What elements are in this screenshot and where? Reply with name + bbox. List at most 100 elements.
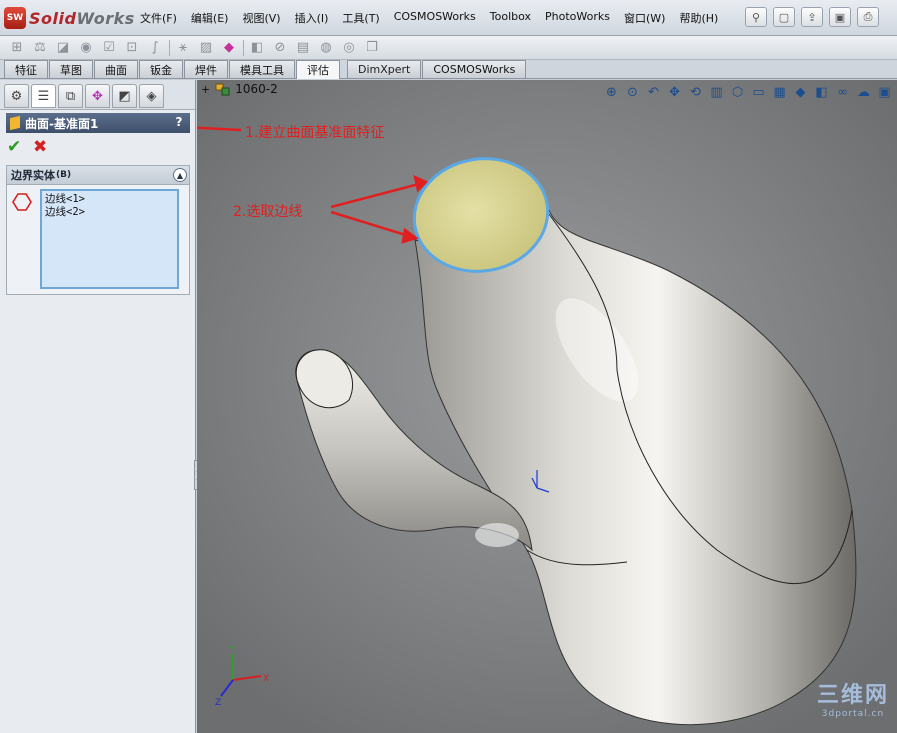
solidworks-logo: SW SolidWorks: [4, 6, 135, 30]
list-item[interactable]: 边线<2>: [45, 206, 174, 219]
hook-model[interactable]: Y X Z: [197, 80, 897, 733]
boundary-selection-list[interactable]: 边线<1> 边线<2>: [40, 189, 179, 289]
zoom-to-fit-icon[interactable]: ⊕: [601, 83, 622, 101]
app-name: SolidWorks: [29, 8, 135, 28]
svg-text:Y: Y: [228, 645, 235, 655]
menu-cosmosworks[interactable]: COSMOSWorks: [394, 10, 476, 26]
group-title: 边界实体: [11, 169, 55, 182]
tab-sheet-metal[interactable]: 钣金: [139, 60, 183, 78]
heads-up-view-toolbar: ⊕ ⊙ ↶ ✥ ⟲ ▥ ⬡ ▭ ▦ ◆ ◧ ∞ ☁ ▣: [601, 83, 895, 101]
group-header: 边界实体 (B): [7, 166, 189, 185]
check-icon[interactable]: ☑: [100, 40, 118, 56]
command-toolbar: ⊞ ⚖ ◪ ◉ ☑ ⊡ ∫ ⚹ ▨ ◆ ◧ ⊘ ▤ ◍ ◎ ❐: [0, 36, 897, 60]
boundary-entities-group: 边界实体 (B) ▲ 边线<1> 边线<2>: [6, 165, 190, 295]
tab-surfaces[interactable]: 曲面: [94, 60, 138, 78]
configuration-manager-tab-icon[interactable]: ⧉: [58, 84, 83, 108]
title-menu-bar: SW SolidWorks 文件(F) 编辑(E) 视图(V) 插入(I) 工具…: [0, 0, 897, 36]
tab-cosmosworks[interactable]: COSMOSWorks: [422, 60, 527, 78]
deviation-analysis-icon[interactable]: ∫: [146, 40, 164, 56]
group-shortcut: (B): [56, 170, 72, 180]
boundary-selection-icon: [12, 193, 32, 211]
watermark-url: 3dportal.cn: [821, 709, 885, 719]
menu-edit[interactable]: 编辑(E): [191, 10, 229, 26]
pin-icon[interactable]: ⚲: [745, 7, 767, 27]
watermark: 三维网 3dportal.cn: [817, 677, 889, 719]
hide-show-icon[interactable]: ▦: [769, 83, 790, 101]
list-item[interactable]: 边线<1>: [45, 193, 174, 206]
tab-features[interactable]: 特征: [4, 60, 48, 78]
monitor-icon[interactable]: ▣: [874, 83, 895, 101]
annotation-step1: 1.建立曲面基准面特征: [245, 125, 385, 141]
cosmos-manager-tab-icon[interactable]: ◈: [139, 84, 164, 108]
display-manager-tab-icon[interactable]: ◩: [112, 84, 137, 108]
menu-toolbox[interactable]: Toolbox: [490, 10, 531, 26]
feature-manager-tab-icon[interactable]: ⚙: [4, 84, 29, 108]
menu-view[interactable]: 视图(V): [242, 10, 280, 26]
expand-icon[interactable]: +: [201, 83, 210, 96]
draft-analysis-icon[interactable]: ◆: [220, 40, 238, 56]
tab-weldments[interactable]: 焊件: [184, 60, 228, 78]
property-manager-tab-icon[interactable]: ☰: [31, 84, 56, 108]
menu-insert[interactable]: 插入(I): [295, 10, 329, 26]
undercut-icon[interactable]: ◧: [248, 40, 266, 56]
curvature-icon[interactable]: ⚹: [174, 40, 192, 56]
save-icon[interactable]: ▣: [829, 7, 851, 27]
tab-evaluate[interactable]: 评估: [296, 60, 340, 79]
mass-properties-icon[interactable]: ⚖: [31, 40, 49, 56]
new-file-icon[interactable]: ▢: [773, 7, 795, 27]
quick-access-toolbar: ⚲ ▢ ⇪ ▣ ⎙: [745, 7, 879, 27]
tab-sketch[interactable]: 草图: [49, 60, 93, 78]
menu-photoworks[interactable]: PhotoWorks: [545, 10, 610, 26]
section-view-icon[interactable]: ▥: [706, 83, 727, 101]
display-style-icon[interactable]: ▭: [748, 83, 769, 101]
toolbar-separator: [169, 39, 170, 56]
compare-icon[interactable]: ◎: [340, 40, 358, 56]
view-settings-icon[interactable]: ∞: [832, 83, 853, 101]
realview-icon[interactable]: ☁: [853, 83, 874, 101]
dimxpert-manager-tab-icon[interactable]: ✥: [85, 84, 110, 108]
previous-view-icon[interactable]: ↶: [643, 83, 664, 101]
copy-icon[interactable]: ❐: [363, 40, 381, 56]
appearance-icon[interactable]: ◆: [790, 83, 811, 101]
symmetry-check-icon[interactable]: ◍: [317, 40, 335, 56]
pan-icon[interactable]: ✥: [664, 83, 685, 101]
help-button[interactable]: ?: [172, 115, 186, 130]
menu-file[interactable]: 文件(F): [140, 10, 177, 26]
feature-title: 曲面-基准面1: [25, 116, 99, 131]
geometry-analysis-icon[interactable]: ⊡: [123, 40, 141, 56]
solidworks-badge-icon: SW: [4, 7, 26, 29]
print-icon[interactable]: ⎙: [857, 7, 879, 27]
menu-help[interactable]: 帮助(H): [679, 10, 718, 26]
menu-tools[interactable]: 工具(T): [342, 10, 379, 26]
cancel-button[interactable]: ✖: [33, 137, 47, 157]
rotate-icon[interactable]: ⟲: [685, 83, 706, 101]
parting-line-icon[interactable]: ⊘: [271, 40, 289, 56]
part-icon: [215, 83, 230, 96]
zebra-stripes-icon[interactable]: ▨: [197, 40, 215, 56]
sensor-icon[interactable]: ◉: [77, 40, 95, 56]
menu-window[interactable]: 窗口(W): [624, 10, 665, 26]
measure-icon[interactable]: ⊞: [8, 40, 26, 56]
property-manager-panel: ⚙ ☰ ⧉ ✥ ◩ ◈ 曲面-基准面1 ? ✔ ✖ 边界实体 (B) ▲ 边线<…: [0, 80, 202, 733]
section-properties-icon[interactable]: ◪: [54, 40, 72, 56]
thickness-icon[interactable]: ▤: [294, 40, 312, 56]
manager-tabs: ⚙ ☰ ⧉ ✥ ◩ ◈: [0, 80, 195, 110]
main-menu: 文件(F) 编辑(E) 视图(V) 插入(I) 工具(T) COSMOSWork…: [140, 10, 732, 26]
svg-text:Z: Z: [215, 698, 221, 708]
watermark-title: 三维网: [816, 683, 889, 708]
document-name: 1060-2: [235, 82, 278, 96]
collapse-icon[interactable]: ▲: [173, 168, 187, 182]
ok-button[interactable]: ✔: [7, 137, 21, 157]
annotation-step2: 2.选取边线: [233, 204, 303, 220]
graphics-area[interactable]: Y X Z + 1060-2 ⊕ ⊙ ↶ ✥ ⟲ ▥ ⬡ ▭ ▦ ◆ ◧ ∞ ☁…: [197, 80, 897, 733]
open-file-icon[interactable]: ⇪: [801, 7, 823, 27]
feature-tree-flyout[interactable]: + 1060-2: [201, 82, 278, 96]
tab-dimxpert[interactable]: DimXpert: [347, 60, 422, 78]
tab-mold-tools[interactable]: 模具工具: [229, 60, 295, 78]
scene-icon[interactable]: ◧: [811, 83, 832, 101]
zoom-to-area-icon[interactable]: ⊙: [622, 83, 643, 101]
command-manager-tabs: 特征 草图 曲面 钣金 焊件 模具工具 评估 DimXpert COSMOSWo…: [0, 60, 897, 79]
planar-surface-icon: [10, 115, 20, 131]
toolbar-separator: [243, 39, 244, 56]
view-orientation-icon[interactable]: ⬡: [727, 83, 748, 101]
